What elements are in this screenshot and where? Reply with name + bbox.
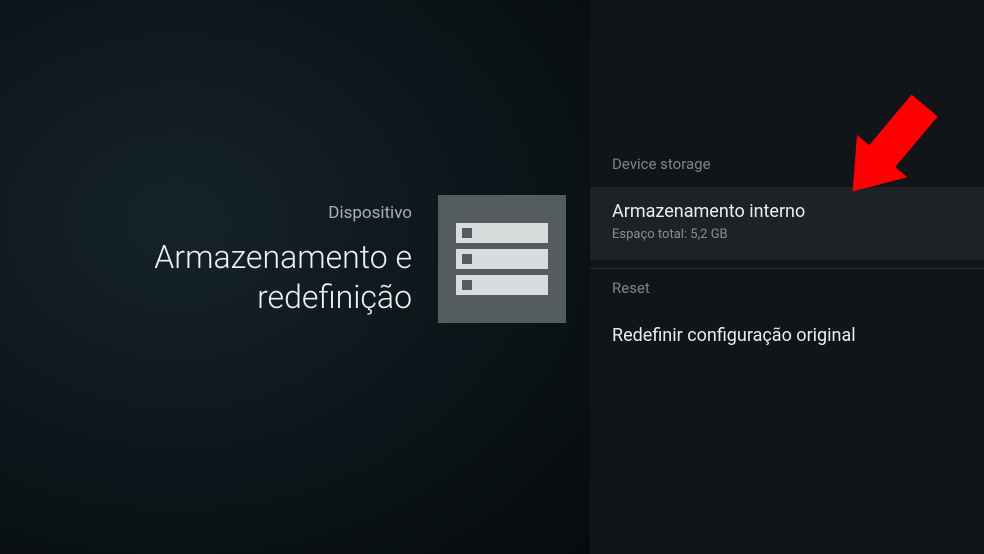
right-pane: Device storage Armazenamento interno Esp… (590, 0, 984, 554)
divider (590, 268, 984, 269)
settings-screen: Dispositivo Armazenamento e redefinição … (0, 0, 984, 554)
row-internal-storage-subtitle: Espaço total: 5,2 GB (612, 227, 962, 242)
category-label: Dispositivo (154, 203, 412, 223)
storage-icon-bar (456, 249, 548, 269)
row-factory-reset[interactable]: Redefinir configuração original (590, 311, 984, 364)
row-internal-storage-title: Armazenamento interno (612, 201, 962, 222)
storage-icon-bar (456, 275, 548, 295)
left-content-block: Dispositivo Armazenamento e redefinição (154, 195, 566, 323)
row-internal-storage[interactable]: Armazenamento interno Espaço total: 5,2 … (590, 187, 984, 260)
section-header-device-storage: Device storage (590, 155, 984, 187)
left-pane: Dispositivo Armazenamento e redefinição (0, 0, 590, 554)
storage-icon-bar (456, 223, 548, 243)
page-title-line1: Armazenamento e (154, 238, 412, 276)
page-title: Armazenamento e redefinição (154, 237, 412, 317)
row-factory-reset-title: Redefinir configuração original (612, 325, 962, 346)
storage-icon (438, 195, 566, 323)
left-text-block: Dispositivo Armazenamento e redefinição (154, 203, 412, 317)
section-header-reset: Reset (590, 279, 984, 311)
page-title-line2: redefinição (257, 278, 412, 316)
